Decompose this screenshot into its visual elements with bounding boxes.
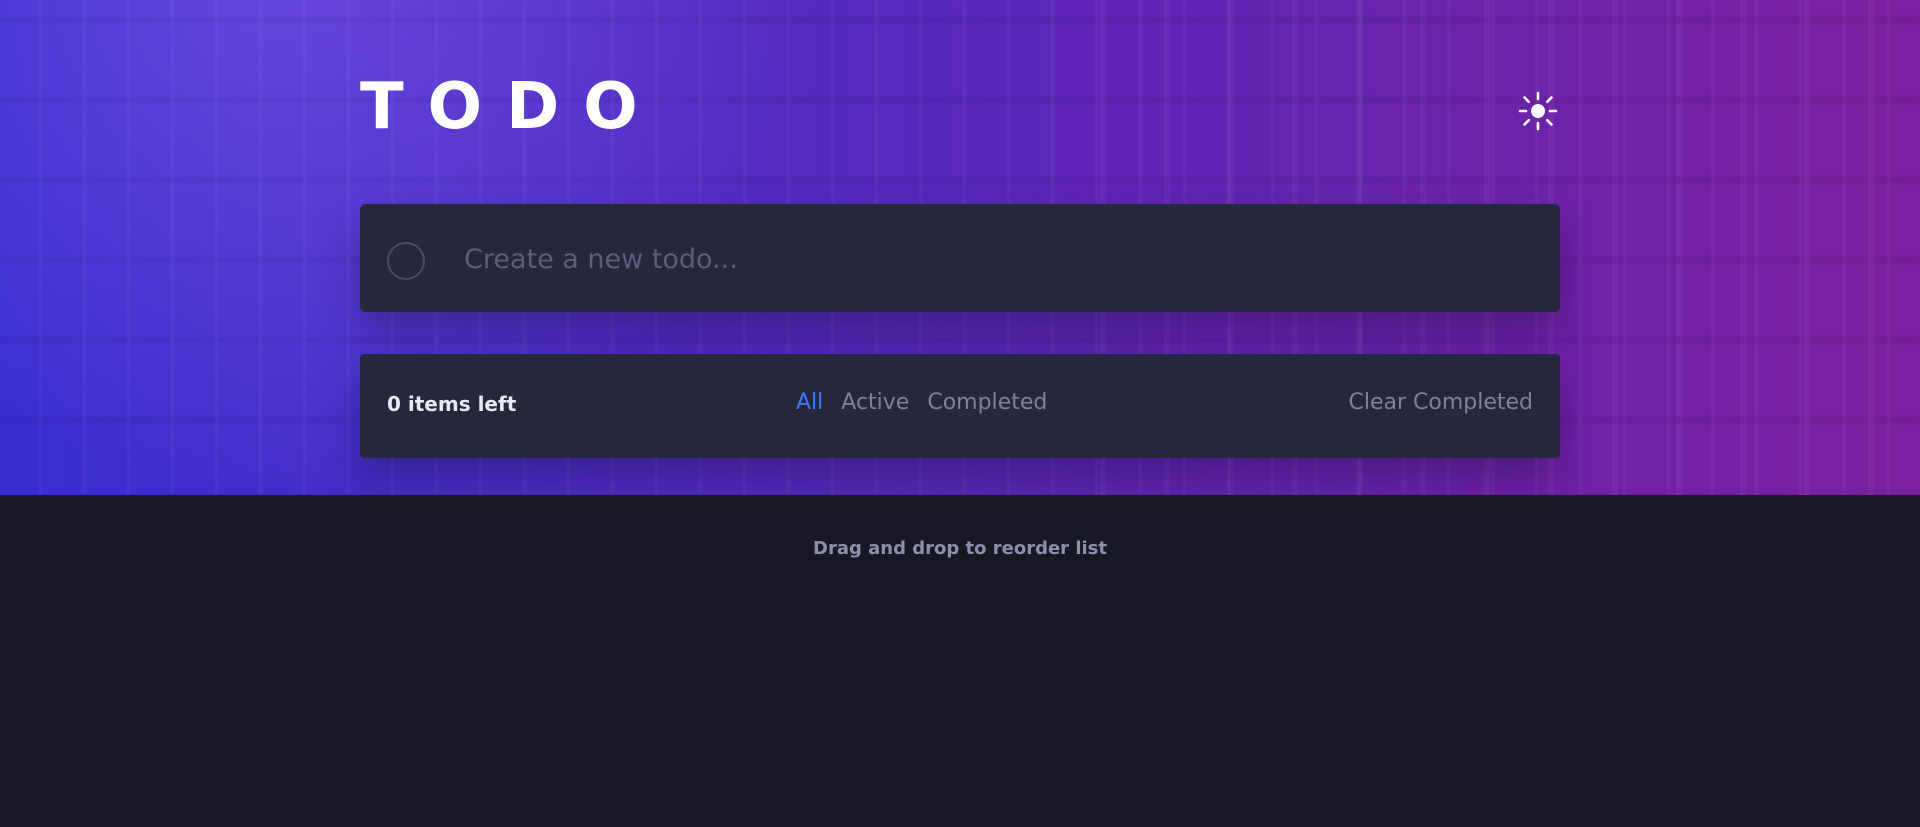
app-title: TODO xyxy=(360,70,662,144)
new-todo-card xyxy=(360,204,1560,312)
new-todo-input[interactable] xyxy=(464,234,1524,284)
filter-all-tab[interactable]: All xyxy=(796,390,823,415)
filter-tabs: All Active Completed xyxy=(796,390,1047,415)
reorder-hint: Drag and drop to reorder list xyxy=(813,538,1107,559)
clear-completed-button[interactable]: Clear Completed xyxy=(1348,390,1533,415)
items-left-count: 0 items left xyxy=(387,392,517,416)
filter-completed-tab[interactable]: Completed xyxy=(927,390,1047,415)
filter-active-tab[interactable]: Active xyxy=(841,390,909,415)
todo-footer: 0 items left All Active Completed Clear … xyxy=(360,354,1560,458)
sun-icon xyxy=(1518,91,1558,134)
new-todo-checkbox[interactable] xyxy=(387,242,425,280)
theme-toggle-button[interactable] xyxy=(1516,90,1560,134)
app-header: TODO xyxy=(360,72,1560,142)
